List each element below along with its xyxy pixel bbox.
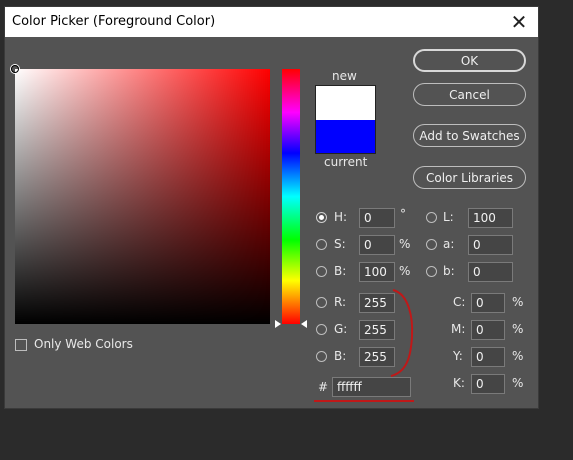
lab-l-label: L: [443, 210, 454, 224]
cyan-label: C: [453, 295, 466, 309]
green-radio[interactable] [316, 324, 327, 335]
hex-input[interactable]: ffffff [332, 377, 411, 397]
magenta-input[interactable]: 0 [471, 320, 505, 340]
lab-a-label: a: [443, 237, 455, 251]
title-bar: Color Picker (Foreground Color) ✕ [5, 7, 538, 37]
lab-b-radio[interactable] [426, 266, 437, 277]
saturation-input[interactable]: 0 [359, 235, 395, 255]
new-color-swatch [315, 85, 376, 120]
magenta-unit: % [512, 322, 524, 336]
ok-button[interactable]: OK [413, 49, 526, 72]
yellow-label: Y: [453, 349, 463, 363]
degree-unit: ° [400, 207, 406, 221]
magenta-label: M: [451, 322, 466, 336]
blue-label: B: [334, 349, 347, 363]
lab-b-label: b: [443, 264, 455, 278]
lab-a-input[interactable]: 0 [468, 235, 513, 255]
saturation-label: S: [334, 237, 346, 251]
black-unit: % [512, 376, 524, 390]
current-color-swatch[interactable] [315, 120, 376, 154]
yellow-unit: % [512, 349, 524, 363]
hex-label: # [318, 380, 329, 394]
dialog-title: Color Picker (Foreground Color) [12, 14, 216, 29]
lab-l-input[interactable]: 100 [468, 208, 513, 228]
hue-radio[interactable] [316, 212, 327, 223]
yellow-input[interactable]: 0 [471, 347, 505, 367]
color-field-marker[interactable] [11, 65, 19, 73]
annotation-underline [314, 400, 414, 402]
only-web-colors-label[interactable]: Only Web Colors [34, 337, 133, 351]
black-input[interactable]: 0 [471, 374, 505, 394]
lab-a-radio[interactable] [426, 239, 437, 250]
red-radio[interactable] [316, 297, 327, 308]
hue-slider[interactable] [282, 69, 300, 324]
color-picker-dialog: Color Picker (Foreground Color) ✕ new cu… [5, 7, 538, 408]
color-field[interactable] [11, 65, 270, 324]
black-label: K: [453, 376, 465, 390]
saturation-radio[interactable] [316, 239, 327, 250]
new-color-label: new [332, 69, 357, 83]
lab-b-input[interactable]: 0 [468, 262, 513, 282]
add-to-swatches-button[interactable]: Add to Swatches [413, 124, 526, 147]
brightness-input[interactable]: 100 [359, 262, 395, 282]
hue-label: H: [334, 210, 348, 224]
hue-slider-left-arrow-icon[interactable] [275, 320, 281, 328]
only-web-colors-checkbox[interactable] [15, 339, 27, 351]
hue-input[interactable]: 0 [359, 208, 395, 228]
lab-l-radio[interactable] [426, 212, 437, 223]
saturation-unit: % [399, 237, 411, 251]
color-libraries-button[interactable]: Color Libraries [413, 166, 526, 189]
annotation-bracket [390, 289, 414, 377]
close-icon[interactable]: ✕ [508, 11, 530, 33]
cyan-unit: % [512, 295, 524, 309]
brightness-label: B: [334, 264, 347, 278]
brightness-unit: % [399, 264, 411, 278]
cyan-input[interactable]: 0 [471, 293, 505, 313]
brightness-radio[interactable] [316, 266, 327, 277]
green-label: G: [334, 322, 348, 336]
hue-slider-right-arrow-icon[interactable] [301, 320, 307, 328]
cancel-button[interactable]: Cancel [413, 83, 526, 106]
blue-radio[interactable] [316, 351, 327, 362]
red-label: R: [334, 295, 347, 309]
current-color-label: current [324, 155, 368, 169]
